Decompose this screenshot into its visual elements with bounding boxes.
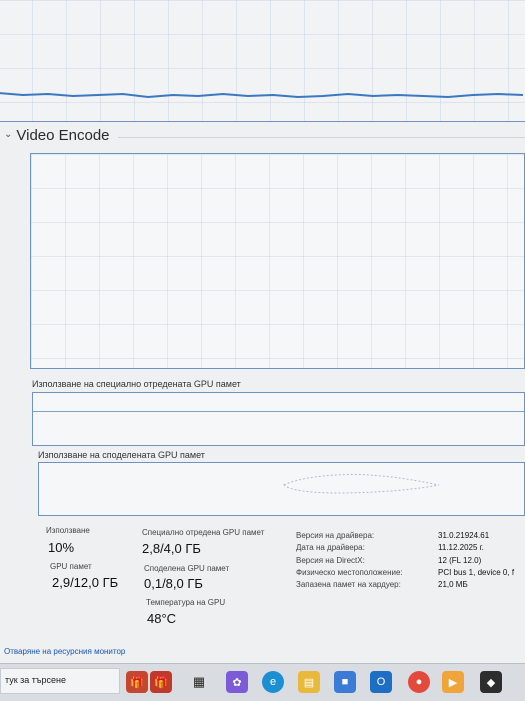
temperature-value: 48°C [147,611,177,626]
previous-engine-graph [0,0,525,122]
app-icon[interactable]: ◆ [480,671,502,693]
copilot-icon[interactable]: ✿ [226,671,248,693]
driver-version-value: 31.0.21924.61 [438,531,490,540]
previous-engine-usage-line [0,92,523,99]
edge-icon[interactable]: e [262,671,284,693]
driver-version-label: Версия на драйвера: [296,531,375,540]
utilization-value: 10% [48,540,75,555]
utilization-label: Използване [46,526,90,535]
outlook-icon[interactable]: O [370,671,392,693]
temperature-label: Температура на GPU [146,598,226,607]
shared-memory-value: 0,1/8,0 ГБ [144,576,203,591]
driver-date-label: Дата на драйвера: [296,543,365,552]
dedicated-memory-graph [32,392,525,446]
gift-icon[interactable]: 🎁 [126,671,148,693]
directx-version-value: 12 (FL 12.0) [438,556,482,565]
video-encode-header[interactable]: ⌄ Video Encode [4,127,110,144]
dedicated-memory-graph-label: Използване на специално отредената GPU п… [32,379,241,389]
chevron-down-icon: ⌄ [4,129,13,140]
gpu-memory-value: 2,9/12,0 ГБ [52,575,119,590]
chrome-icon[interactable]: ● [408,671,430,693]
reserved-memory-label: Запазена памет на хардуер: [296,580,401,589]
shared-memory-graph-label: Използване на споделената GPU памет [38,450,205,460]
physical-location-label: Физическо местоположение: [296,568,403,577]
open-resource-monitor-link[interactable]: Отваряне на ресурсния монитор [4,647,125,656]
driver-date-value: 11.12.2025 г. [438,543,484,552]
gift-icon-2[interactable]: 🎁 [150,671,172,693]
section-divider [118,137,525,138]
taskbar: тук за търсене 🎁 🎁 ▦ ✿ e ▤ ■ O ● ▶ ◆ [0,663,525,701]
file-explorer-icon[interactable]: ▤ [298,671,320,693]
video-encode-title: Video Encode [16,127,110,144]
reserved-memory-value: 21,0 МБ [438,580,468,589]
shared-memory-usage-line [283,474,440,494]
task-view-icon[interactable]: ▦ [188,671,210,693]
dedicated-memory-label: Специално отредена GPU памет [142,528,265,537]
shared-memory-label: Споделена GPU памет [144,564,230,573]
media-icon[interactable]: ▶ [442,671,464,693]
video-encode-graph [30,153,525,369]
store-icon[interactable]: ■ [334,671,356,693]
dedicated-memory-value: 2,8/4,0 ГБ [142,541,201,556]
directx-version-label: Версия на DirectX: [296,556,365,565]
physical-location-value: PCI bus 1, device 0, f [438,568,515,577]
taskbar-search-box[interactable]: тук за търсене [0,668,120,694]
shared-memory-graph [38,462,525,516]
gpu-memory-label: GPU памет [50,562,92,571]
